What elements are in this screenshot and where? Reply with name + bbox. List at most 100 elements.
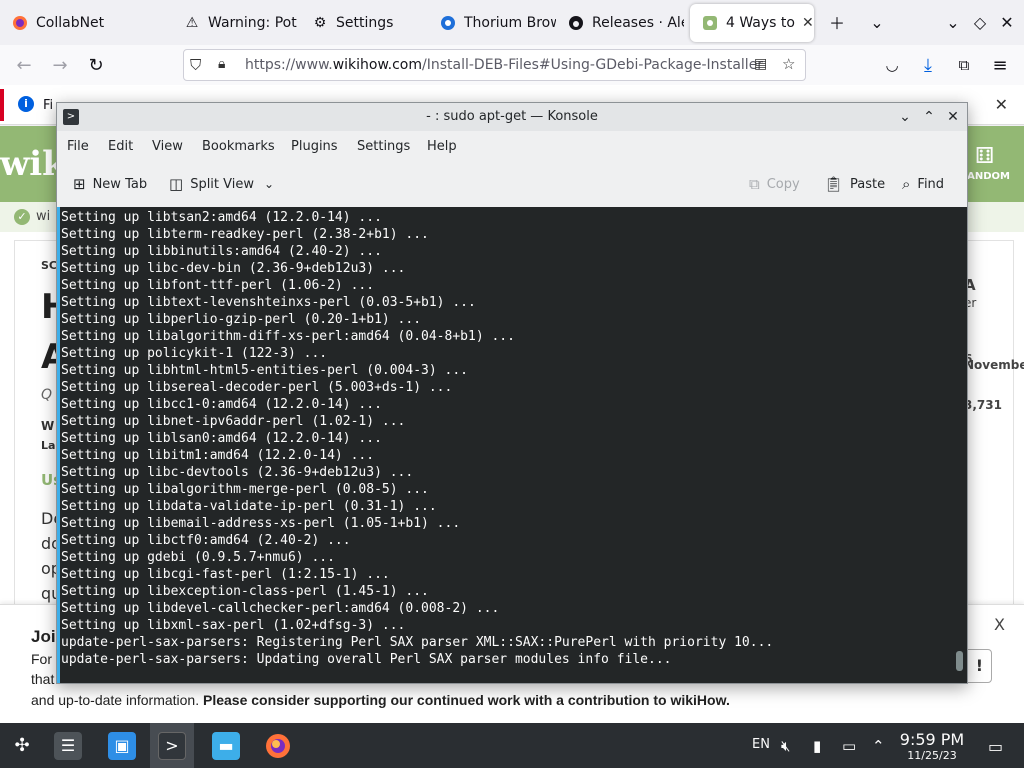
clock-time[interactable]: 9:59 PM xyxy=(899,730,965,749)
url-bar[interactable]: ⛉ 🔒︎ https://www.wikihow.com/Install-DEB… xyxy=(183,49,806,81)
extensions-icon[interactable]: ⧉ xyxy=(952,53,976,77)
hamburger-menu-icon[interactable]: ≡ xyxy=(988,53,1012,77)
paste-icon: 📋︎ xyxy=(824,175,844,193)
new-tab-button[interactable]: ＋ xyxy=(825,10,849,34)
download-icon[interactable]: ⤓ xyxy=(916,53,940,77)
terminal-line: Setting up libfont-ttf-perl (1.06-2) ... xyxy=(61,278,375,293)
taskbar: ✣ ☰ ▣ > ▬ EN 🔇︎ ▮ ▭ ⌃ 9:59 PM 11/25/23 ▭ xyxy=(0,723,1024,768)
menu-bookmarks[interactable]: Bookmarks xyxy=(202,139,275,154)
terminal-line: Setting up libbinutils:amd64 (2.40-2) ..… xyxy=(61,244,382,259)
browser-nav-bar: ← → ↻ ⛉ 🔒︎ https://www.wikihow.com/Insta… xyxy=(0,45,1024,85)
check-icon: ✓ xyxy=(14,209,30,225)
terminal-line: Setting up liblsan0:amd64 (12.2.0-14) ..… xyxy=(61,431,382,446)
menu-plugins[interactable]: Plugins xyxy=(291,139,338,154)
close-window-icon[interactable]: ✕ xyxy=(995,10,1019,34)
minimize-window-icon[interactable]: ⌄ xyxy=(941,10,965,34)
list-tabs-chevron-icon[interactable]: ⌄ xyxy=(865,10,889,34)
split-view-button[interactable]: ◫ Split View ⌄ xyxy=(169,175,274,193)
terminal-line: Setting up libexception-class-perl (1.45… xyxy=(61,584,429,599)
paste-button[interactable]: 📋︎ Paste xyxy=(824,175,885,193)
minimize-icon[interactable]: ⌄ xyxy=(895,107,915,127)
settings-app-icon: ☰ xyxy=(54,731,82,760)
terminal-line: Setting up libtext-levenshteinxs-perl (0… xyxy=(61,295,476,310)
terminal-line: Setting up libemail-address-xs-perl (1.0… xyxy=(61,516,461,531)
close-icon[interactable]: ✕ xyxy=(943,107,963,127)
close-icon[interactable]: ✕ xyxy=(802,15,814,31)
article-author: W xyxy=(41,419,55,433)
tab-warning[interactable]: ⚠ Warning: Pot xyxy=(172,4,300,42)
find-button[interactable]: ⌕ Find xyxy=(902,175,944,193)
reader-view-icon[interactable]: ▤ xyxy=(754,56,767,72)
task-file-manager[interactable]: ▬ xyxy=(204,723,248,768)
sidebar-views: 3,731 xyxy=(964,398,1002,412)
konsole-window: > - : sudo apt-get — Konsole ⌄ ⌃ ✕ File … xyxy=(56,102,968,684)
gear-icon: ⚙ xyxy=(313,15,327,31)
banner-line-1: For xyxy=(31,651,52,667)
terminal-line: Setting up libcc1-0:amd64 (12.2.0-14) ..… xyxy=(61,397,382,412)
chevron-up-icon[interactable]: ⌃ xyxy=(872,737,885,755)
close-icon[interactable]: ✕ xyxy=(995,95,1008,114)
menu-help[interactable]: Help xyxy=(427,139,457,154)
konsole-titlebar[interactable]: > - : sudo apt-get — Konsole ⌄ ⌃ ✕ xyxy=(57,103,967,131)
shield-icon[interactable]: ⛉ xyxy=(190,56,201,74)
copy-label: Copy xyxy=(766,176,800,192)
task-system-settings[interactable]: ☰ xyxy=(46,723,90,768)
tab-wikihow[interactable]: 4 Ways to In ✕ xyxy=(690,4,814,42)
keyboard-layout[interactable]: EN xyxy=(752,737,770,752)
forward-button[interactable]: → xyxy=(48,53,72,77)
tab-collabnet[interactable]: CollabNet xyxy=(0,4,160,42)
terminal-line: Setting up libdata-validate-ip-perl (0.3… xyxy=(61,499,437,514)
terminal-line: Setting up libperlio-gzip-perl (0.20-1+b… xyxy=(61,312,422,327)
menu-edit[interactable]: Edit xyxy=(108,139,133,154)
split-view-label: Split View xyxy=(190,176,254,192)
terminal-line: Setting up libc-devtools (2.36-9+deb12u3… xyxy=(61,465,414,480)
browser-tab-bar: CollabNet ⚠ Warning: Pot ⚙ Settings Thor… xyxy=(0,0,1024,45)
bookmark-star-icon[interactable]: ☆ xyxy=(782,55,795,73)
github-icon xyxy=(568,15,584,31)
terminal-line: Setting up libalgorithm-diff-xs-perl:amd… xyxy=(61,329,515,344)
url-text[interactable]: https://www.wikihow.com/Install-DEB-File… xyxy=(245,57,763,73)
restore-window-icon[interactable]: ◇ xyxy=(968,10,992,34)
terminal-line: Setting up libc-dev-bin (2.36-9+deb12u3)… xyxy=(61,261,406,276)
sidebar-date: November xyxy=(964,358,1024,372)
notification-text: Fi xyxy=(43,98,54,113)
pocket-icon[interactable]: ◡ xyxy=(880,53,904,77)
new-tab-icon: ⊞ xyxy=(73,175,86,193)
lock-icon[interactable]: 🔒︎ xyxy=(218,56,225,72)
section-label: SC xyxy=(41,259,57,272)
clock-date[interactable]: 11/25/23 xyxy=(899,749,965,762)
network-icon[interactable]: ▭ xyxy=(842,737,856,755)
battery-icon[interactable]: ▮ xyxy=(813,737,821,755)
menu-settings[interactable]: Settings xyxy=(357,139,410,154)
task-konsole[interactable]: > xyxy=(150,723,194,768)
terminal-line: Setting up libnet-ipv6addr-perl (1.02-1)… xyxy=(61,414,406,429)
menu-file[interactable]: File xyxy=(67,139,89,154)
terminal-area[interactable]: Setting up libtsan2:amd64 (12.2.0-14) ..… xyxy=(57,207,967,683)
terminal-line: Setting up gdebi (0.9.5.7+nmu6) ... xyxy=(61,550,335,565)
banner-line-3: and up-to-date information. Please consi… xyxy=(31,692,730,708)
back-button[interactable]: ← xyxy=(12,53,36,77)
new-tab-button[interactable]: ⊞ New Tab xyxy=(73,175,147,193)
chevron-down-icon[interactable]: ⌄ xyxy=(264,177,274,191)
volume-muted-icon[interactable]: 🔇︎ xyxy=(781,737,790,755)
notification-accent xyxy=(0,89,4,121)
firefox-icon xyxy=(264,732,292,760)
menu-view[interactable]: View xyxy=(152,139,183,154)
breadcrumb-text[interactable]: wi xyxy=(36,209,50,224)
tab-thorium[interactable]: Thorium Brow xyxy=(428,4,556,42)
terminal-scrollbar[interactable] xyxy=(956,651,963,671)
app-launcher-button[interactable]: ✣ xyxy=(0,723,44,768)
banner-close-button[interactable]: X xyxy=(994,615,1005,634)
show-desktop-icon[interactable]: ▭ xyxy=(988,737,1003,756)
task-discover[interactable]: ▣ xyxy=(100,723,144,768)
task-firefox[interactable] xyxy=(256,723,300,768)
copy-button[interactable]: ⧉ Copy xyxy=(749,175,800,193)
window-title: - : sudo apt-get — Konsole xyxy=(426,109,598,124)
tab-releases[interactable]: Releases · Ale xyxy=(556,4,684,42)
banner-line-2: that xyxy=(31,671,55,687)
reload-button[interactable]: ↻ xyxy=(84,53,108,77)
konsole-menubar: File Edit View Bookmarks Plugins Setting… xyxy=(57,131,967,163)
new-tab-label: New Tab xyxy=(92,176,148,192)
tab-settings[interactable]: ⚙ Settings xyxy=(300,4,428,42)
maximize-icon[interactable]: ⌃ xyxy=(919,107,939,127)
